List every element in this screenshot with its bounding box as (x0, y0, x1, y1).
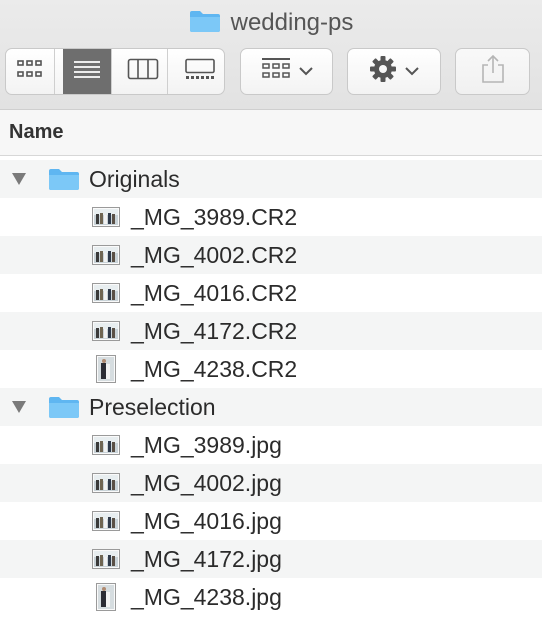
image-thumbnail-icon (91, 435, 121, 455)
file-row[interactable]: _MG_4172.jpg (0, 540, 542, 578)
action-menu-button[interactable] (347, 48, 441, 95)
file-row[interactable]: _MG_4016.CR2 (0, 274, 542, 312)
file-row[interactable]: _MG_4016.jpg (0, 502, 542, 540)
file-name: _MG_4238.jpg (131, 583, 282, 610)
image-thumbnail-icon (91, 583, 121, 611)
window-title-text: wedding-ps (230, 9, 354, 36)
window-title: wedding-ps (0, 8, 542, 38)
image-thumbnail-icon (91, 473, 121, 493)
name-column-header[interactable]: Name (0, 110, 542, 156)
image-thumbnail-icon (91, 549, 121, 569)
group-grid-icon (261, 57, 291, 86)
file-row[interactable]: _MG_3989.jpg (0, 426, 542, 464)
icon-view-button[interactable] (6, 49, 55, 94)
folder-icon (189, 9, 221, 38)
grid-icon (15, 59, 45, 84)
share-button[interactable] (455, 48, 530, 95)
share-icon (480, 54, 506, 89)
file-name: _MG_4016.CR2 (131, 279, 298, 306)
list-view-button[interactable] (62, 49, 112, 94)
file-name: _MG_4238.CR2 (131, 355, 298, 382)
image-thumbnail-icon (91, 355, 121, 383)
folder-row-preselection[interactable]: Preselection (0, 388, 542, 426)
image-thumbnail-icon (91, 245, 121, 265)
image-thumbnail-icon (91, 283, 121, 303)
folder-name: Originals (89, 165, 180, 192)
disclosure-triangle-icon[interactable] (9, 400, 29, 414)
file-name: _MG_4002.CR2 (131, 241, 298, 268)
column-view-button[interactable] (120, 49, 169, 94)
folder-icon (48, 167, 80, 191)
chevron-down-icon (298, 63, 313, 81)
gallery-icon (184, 58, 216, 85)
file-row[interactable]: _MG_4238.CR2 (0, 350, 542, 388)
folder-name: Preselection (89, 393, 216, 420)
file-name: _MG_4002.jpg (131, 469, 282, 496)
file-row[interactable]: _MG_4002.CR2 (0, 236, 542, 274)
file-list: Originals _MG_3989.CR2 _MG_4002.CR2 _MG_… (0, 160, 542, 616)
view-mode-segmented-control (5, 48, 225, 95)
image-thumbnail-icon (91, 207, 121, 227)
disclosure-triangle-icon[interactable] (9, 172, 29, 186)
image-thumbnail-icon (91, 321, 121, 341)
column-header-label: Name (9, 121, 64, 143)
list-icon (72, 59, 102, 84)
file-row[interactable]: _MG_4172.CR2 (0, 312, 542, 350)
file-name: _MG_4016.jpg (131, 507, 282, 534)
columns-icon (127, 58, 159, 85)
folder-icon (48, 395, 80, 419)
folder-row-originals[interactable]: Originals (0, 160, 542, 198)
gear-icon (369, 55, 397, 88)
file-name: _MG_4172.CR2 (131, 317, 298, 344)
window-toolbar: wedding-ps (0, 0, 542, 110)
file-name: _MG_3989.jpg (131, 431, 282, 458)
gallery-view-button[interactable] (176, 49, 224, 94)
chevron-down-icon (405, 63, 419, 81)
file-row[interactable]: _MG_3989.CR2 (0, 198, 542, 236)
file-row[interactable]: _MG_4002.jpg (0, 464, 542, 502)
image-thumbnail-icon (91, 511, 121, 531)
file-name: _MG_3989.CR2 (131, 203, 298, 230)
file-row[interactable]: _MG_4238.jpg (0, 578, 542, 616)
file-name: _MG_4172.jpg (131, 545, 282, 572)
group-by-button[interactable] (240, 48, 333, 95)
